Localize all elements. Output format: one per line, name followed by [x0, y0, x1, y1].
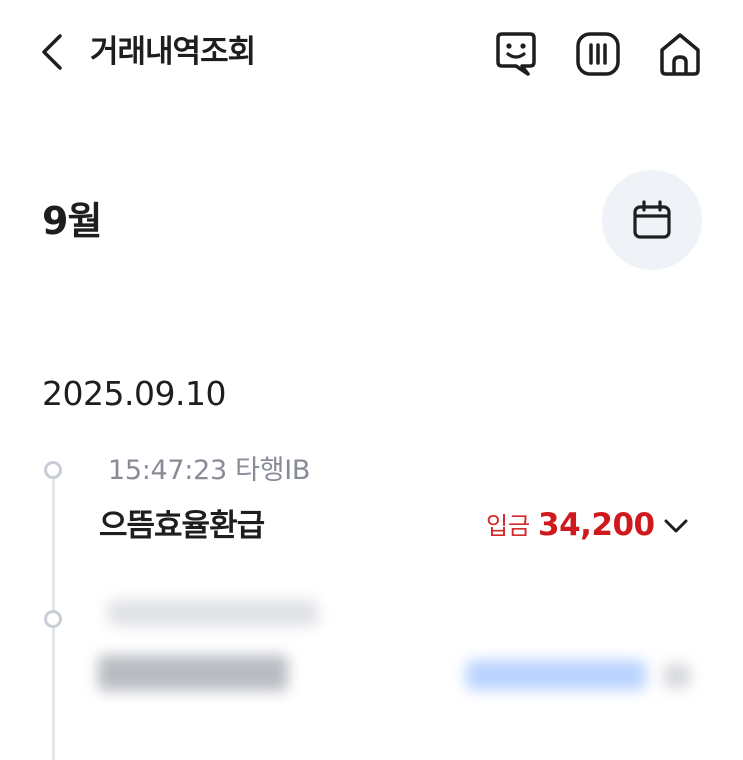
back-icon: [42, 34, 62, 70]
month-label: 9월: [42, 199, 102, 243]
redacted-amount: [466, 660, 646, 690]
timeline-dot: [44, 461, 62, 479]
redacted-chevron: [664, 664, 690, 688]
transaction-type: 입금: [486, 512, 531, 540]
home-icon: [660, 33, 700, 76]
menu-bars-icon: [576, 32, 620, 76]
date-header: 2025.09.10: [42, 374, 226, 413]
transaction-amount: 34,200: [538, 507, 655, 543]
page-title: 거래내역조회: [90, 34, 256, 70]
chatbot-icon: [496, 32, 536, 76]
back-button[interactable]: [36, 32, 72, 72]
timeline-dot: [44, 610, 62, 628]
redacted-name: [98, 655, 288, 691]
home-button[interactable]: [656, 30, 704, 78]
chevron-down-icon: [664, 519, 688, 533]
transaction-time: 15:47:23 타행IB: [108, 455, 311, 486]
calendar-button[interactable]: [602, 170, 702, 270]
redacted-time: [108, 600, 318, 626]
expand-button[interactable]: [660, 512, 692, 540]
calendar-icon: [633, 200, 671, 239]
chatbot-button[interactable]: [492, 30, 540, 78]
transaction-name: 으뜸효율환급: [99, 508, 265, 544]
menu-button[interactable]: [574, 30, 622, 78]
